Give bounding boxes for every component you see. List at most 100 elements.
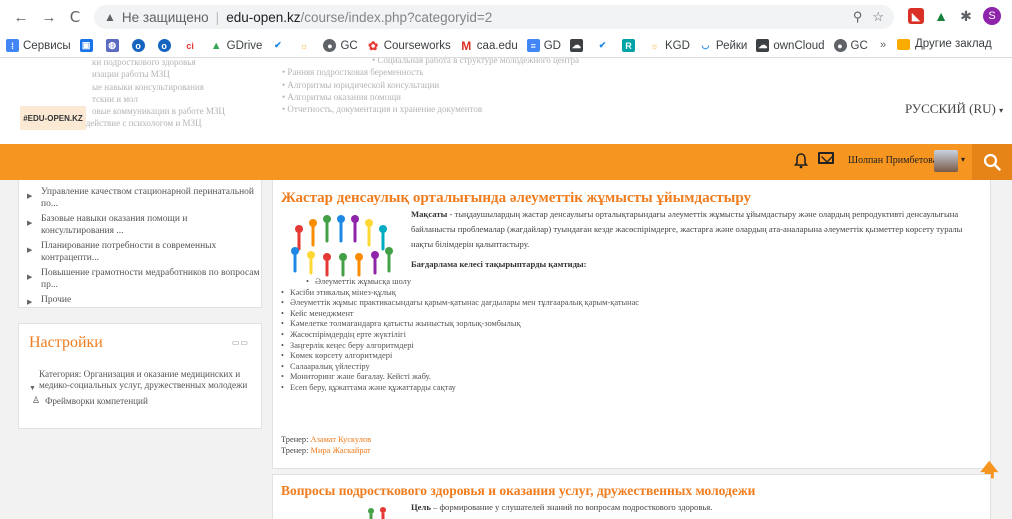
list-item: Салааралық үйлестіру: [281, 362, 639, 373]
bookmark-gc2[interactable]: ● GC: [833, 39, 868, 52]
user-avatar[interactable]: [934, 150, 958, 172]
bookmark-7[interactable]: ✔: [271, 39, 288, 52]
folder-icon: [897, 38, 910, 50]
caret-down-icon: ▾: [999, 106, 1004, 115]
url-path: /course/index.php?categoryid=2: [300, 9, 493, 25]
triangle-right-icon: ▶: [27, 192, 33, 200]
language-selector[interactable]: РУССКИЙ (RU) ▾: [905, 101, 1003, 117]
bookmark-courseworks[interactable]: ✿ Courseworks: [366, 38, 451, 53]
zoom-icon[interactable]: ⚲: [853, 9, 863, 25]
bookmark-reiki[interactable]: ◡ Рейки: [698, 39, 747, 52]
list-item: Кәмелетке толмағандарға қатысты жыныстық…: [281, 319, 639, 330]
list-item: Кейс менеджмент: [281, 309, 639, 320]
list-item: Есеп беру, құжаттама және құжаттарды сақ…: [281, 383, 639, 394]
sidebar-item-literacy[interactable]: ▶ Повышение грамотности медработников по …: [27, 267, 261, 291]
insecure-label: Не защищено: [121, 9, 209, 25]
kgd-icon: ☼: [647, 39, 661, 52]
bookmark-caa[interactable]: Mcaa.edu: [459, 38, 518, 53]
course-card: Вопросы подросткового здоровья и оказани…: [272, 474, 991, 519]
bookmark-8[interactable]: ☼: [297, 39, 314, 52]
puzzle-extension-icon[interactable]: ✱: [958, 8, 974, 24]
trainer-link[interactable]: Азамат Кускулов: [311, 435, 372, 444]
top-navbar: Шолпан Примбетова ▾: [0, 144, 1012, 180]
url-domain: edu-open.kz: [226, 9, 301, 25]
trainer-link[interactable]: Мира Жаскайрат: [311, 446, 371, 455]
ghost-text-left: ки подросткового здоровья изации работы …: [52, 58, 225, 129]
bell-icon[interactable]: [793, 153, 809, 174]
list-item: Мониторинг және бағалау. Кейсті жабу.: [281, 372, 639, 383]
page-header: ки подросткового здоровья изации работы …: [0, 58, 1012, 144]
bookmark-2[interactable]: ◍: [105, 39, 123, 52]
drive-extension-icon[interactable]: ▲: [933, 8, 949, 24]
back-button[interactable]: ←: [10, 6, 32, 28]
frameworks-icon: ♙: [32, 395, 41, 406]
bookmark-icon: ci: [183, 39, 197, 52]
sidebar-item-quality[interactable]: ▶ Управление качеством стационарной перин…: [27, 186, 261, 210]
bookmark-13[interactable]: ☁: [569, 39, 587, 52]
more-bookmarks-button[interactable]: »: [880, 39, 886, 51]
pdf-extension-icon[interactable]: ◣: [908, 8, 924, 24]
program-heading: Бағдарлама келесі тақырыптарды қамтиды:: [411, 259, 587, 269]
list-item: Жасөспірімдердің ерте жүктілігі: [281, 330, 639, 341]
mail-icon[interactable]: [818, 152, 834, 164]
gmail-icon: M: [459, 38, 473, 53]
other-bookmarks-folder[interactable]: Другие заклад: [897, 38, 992, 50]
topics-list: Әлеуметтік жұмысқа шолу Кәсіби этикалық …: [281, 277, 639, 394]
site-logo[interactable]: #EDU-OPEN.KZ: [20, 106, 86, 130]
bookmark-gd[interactable]: ≡ GD: [526, 39, 561, 52]
course-title[interactable]: Жастар денсаулық орталығында әлеуметтік …: [281, 190, 751, 207]
ghost-text-right: • Социальная работа в структуре молодежн…: [282, 58, 580, 115]
bookmark-4[interactable]: o: [157, 39, 175, 52]
bookmark-icon: ✔: [271, 39, 285, 52]
course-title[interactable]: Вопросы подросткового здоровья и оказани…: [281, 483, 755, 499]
bookmarks-bar: ⁞ Сервисы ▣ ◍ o o ci ▲ GDrive ✔ ☼ ● GC ✿ Cou…: [0, 34, 1012, 58]
list-item: Көмек көрсету алгоритмдері: [281, 351, 639, 362]
bookmark-5[interactable]: ci: [183, 39, 201, 52]
bookmark-icon: ▣: [79, 39, 93, 52]
trainers: Тренер: Азамат Кускулов Тренер: Мира Жас…: [281, 434, 371, 456]
sidebar-item-other[interactable]: ▶ Прочие: [27, 294, 261, 308]
sidebar-item-basic-skills[interactable]: ▶ Базовые навыки оказания помощи и консул…: [27, 213, 261, 237]
docs-icon: ≡: [526, 39, 540, 52]
apps-grid-icon: ⁞: [6, 39, 19, 52]
bookmark-gc[interactable]: ● GC: [323, 39, 358, 52]
bookmark-icon: ✔: [595, 39, 609, 52]
bookmark-3[interactable]: o: [131, 39, 149, 52]
globe-icon: ●: [323, 39, 337, 52]
triangle-right-icon: ▶: [27, 246, 33, 254]
settings-title: Настройки: [29, 334, 103, 351]
course-image: [281, 211, 399, 277]
settings-category[interactable]: ▼ Категория: Организация и оказание медиц…: [29, 369, 251, 394]
bookmark-kgd[interactable]: ☼ KGD: [647, 39, 690, 52]
bookmark-services[interactable]: ⁞ Сервисы: [6, 39, 71, 52]
bookmark-15[interactable]: R: [621, 39, 639, 52]
cloud-icon: ☁: [756, 39, 770, 52]
browser-toolbar: ← → C ▲ Не защищено | edu-open.kz/course…: [0, 0, 1012, 34]
reload-button[interactable]: C: [64, 6, 86, 28]
bookmark-icon: ☼: [297, 39, 311, 52]
bookmark-1[interactable]: ▣: [79, 39, 97, 52]
url-separator: |: [215, 9, 220, 25]
profile-avatar[interactable]: S: [983, 7, 1001, 25]
bookmark-14[interactable]: ✔: [595, 39, 613, 52]
user-name[interactable]: Шолпан Примбетова: [848, 155, 937, 166]
caret-down-icon[interactable]: ▾: [961, 155, 965, 164]
reiki-icon: ◡: [698, 39, 712, 52]
forward-button[interactable]: →: [38, 6, 60, 28]
list-item: Кәсіби этикалық мінез-құлық: [281, 288, 639, 299]
bookmark-gdrive[interactable]: ▲ GDrive: [209, 39, 262, 52]
course-summary: Мақсаты - тыңдаушылардың жастар денсаулы…: [411, 209, 963, 250]
courseworks-icon: ✿: [366, 38, 380, 53]
settings-block: Настройки ▭▭ ▼ Категория: Организация и о…: [18, 323, 262, 429]
search-button[interactable]: [972, 144, 1012, 180]
competency-frameworks-link[interactable]: ♙ Фреймворки компетенций: [32, 395, 251, 406]
bookmark-owncloud[interactable]: ☁ ownCloud: [756, 39, 825, 52]
sidebar-item-contraception[interactable]: ▶ Планирование потребности в современных …: [27, 240, 261, 264]
list-item: Әлеуметтік жұмысқа шолу: [281, 277, 639, 288]
bookmark-icon: ◍: [105, 39, 119, 52]
search-icon: [983, 153, 1001, 171]
block-controls-icon[interactable]: ▭▭: [232, 338, 249, 347]
star-icon[interactable]: ☆: [872, 9, 884, 25]
address-bar[interactable]: ▲ Не защищено | edu-open.kz/course/index…: [94, 5, 894, 29]
triangle-right-icon: ▶: [27, 219, 33, 227]
